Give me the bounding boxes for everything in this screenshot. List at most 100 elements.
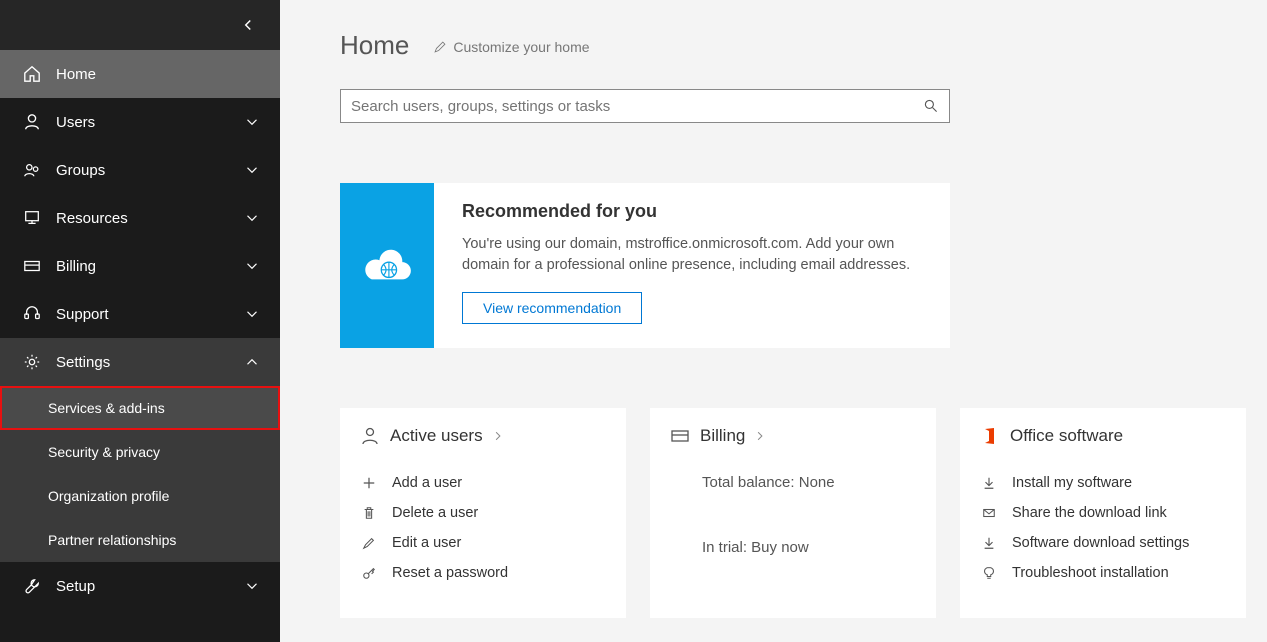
- card-header-office-software[interactable]: Office software: [980, 426, 1226, 446]
- page-header: Home Customize your home: [340, 30, 1267, 61]
- sidebar-item-support[interactable]: Support: [0, 290, 280, 338]
- sidebar: Home Users Groups Resources Billing Supp…: [0, 0, 280, 642]
- chevron-down-icon: [246, 580, 258, 592]
- card-item-label: Edit a user: [392, 535, 461, 551]
- card-item-label: Software download settings: [1012, 535, 1189, 551]
- customize-home-label: Customize your home: [453, 39, 589, 55]
- card-item-label: Install my software: [1012, 475, 1132, 491]
- home-icon: [22, 64, 42, 84]
- edit-user-link[interactable]: Edit a user: [360, 528, 606, 558]
- cloud-globe-icon: [358, 245, 416, 287]
- sidebar-item-label: Settings: [56, 354, 110, 371]
- troubleshoot-install-link[interactable]: Troubleshoot installation: [980, 558, 1226, 588]
- sidebar-item-resources[interactable]: Resources: [0, 194, 280, 242]
- settings-subnav: Services & add-ins Security & privacy Or…: [0, 386, 280, 562]
- sidebar-subitem-security-privacy[interactable]: Security & privacy: [0, 430, 280, 474]
- view-recommendation-button[interactable]: View recommendation: [462, 292, 642, 324]
- download-icon: [980, 474, 998, 492]
- sidebar-item-label: Billing: [56, 258, 96, 275]
- recommendation-text: You're using our domain, mstroffice.onmi…: [462, 234, 922, 276]
- card-item-label: Troubleshoot installation: [1012, 565, 1169, 581]
- support-icon: [22, 304, 42, 324]
- recommendation-card: Recommended for you You're using our dom…: [340, 183, 950, 348]
- key-icon: [360, 564, 378, 582]
- chevron-down-icon: [246, 164, 258, 176]
- gear-icon: [22, 352, 42, 372]
- sidebar-item-setup[interactable]: Setup: [0, 562, 280, 610]
- search-icon: [923, 98, 939, 114]
- software-download-settings-link[interactable]: Software download settings: [980, 528, 1226, 558]
- page-title: Home: [340, 30, 409, 61]
- sidebar-item-label: Groups: [56, 162, 105, 179]
- sidebar-item-billing[interactable]: Billing: [0, 242, 280, 290]
- recommendation-body: Recommended for you You're using our dom…: [434, 183, 950, 348]
- card-office-software: Office software Install my software Shar…: [960, 408, 1246, 618]
- card-item-label: Add a user: [392, 475, 462, 491]
- chevron-down-icon: [246, 212, 258, 224]
- sidebar-subitem-partner-relationships[interactable]: Partner relationships: [0, 518, 280, 562]
- billing-icon: [22, 256, 42, 276]
- sidebar-item-label: Setup: [56, 578, 95, 595]
- download-icon: [980, 534, 998, 552]
- chevron-right-icon: [493, 431, 503, 441]
- card-item-label: Reset a password: [392, 565, 508, 581]
- card-active-users: Active users Add a user Delete a user Ed…: [340, 408, 626, 618]
- sidebar-item-label: Users: [56, 114, 95, 131]
- install-software-link[interactable]: Install my software: [980, 468, 1226, 498]
- sidebar-subitem-organization-profile[interactable]: Organization profile: [0, 474, 280, 518]
- groups-icon: [22, 160, 42, 180]
- total-balance-text: Total balance: None: [670, 468, 916, 497]
- collapse-nav-button[interactable]: [0, 0, 280, 50]
- card-title: Billing: [700, 426, 745, 446]
- sidebar-subitem-label: Partner relationships: [48, 532, 176, 548]
- sidebar-item-groups[interactable]: Groups: [0, 146, 280, 194]
- main-content: Home Customize your home Recommended for…: [280, 0, 1267, 642]
- lightbulb-icon: [980, 564, 998, 582]
- user-icon: [360, 426, 380, 446]
- card-billing: Billing Total balance: None In trial: Bu…: [650, 408, 936, 618]
- trash-icon: [360, 504, 378, 522]
- sidebar-item-label: Resources: [56, 210, 128, 227]
- search-input[interactable]: [351, 98, 923, 115]
- resources-icon: [22, 208, 42, 228]
- sidebar-item-label: Support: [56, 306, 109, 323]
- card-header-active-users[interactable]: Active users: [360, 426, 606, 446]
- card-item-label: Delete a user: [392, 505, 478, 521]
- customize-home-link[interactable]: Customize your home: [433, 39, 589, 55]
- user-icon: [22, 112, 42, 132]
- search-box[interactable]: [340, 89, 950, 123]
- card-title: Active users: [390, 426, 483, 446]
- sidebar-item-home[interactable]: Home: [0, 50, 280, 98]
- mail-icon: [980, 504, 998, 522]
- chevron-right-icon: [755, 431, 765, 441]
- sidebar-subitem-services-addins[interactable]: Services & add-ins: [0, 386, 280, 430]
- card-title: Office software: [1010, 426, 1123, 446]
- sidebar-item-settings[interactable]: Settings: [0, 338, 280, 386]
- recommendation-icon-panel: [340, 183, 434, 348]
- sidebar-subitem-label: Services & add-ins: [48, 400, 165, 416]
- chevron-left-icon: [242, 19, 254, 31]
- sidebar-item-label: Home: [56, 66, 96, 83]
- office-icon: [980, 426, 1000, 446]
- chevron-down-icon: [246, 116, 258, 128]
- chevron-down-icon: [246, 260, 258, 272]
- sidebar-item-users[interactable]: Users: [0, 98, 280, 146]
- pencil-icon: [433, 40, 447, 54]
- sidebar-subitem-label: Security & privacy: [48, 444, 160, 460]
- chevron-down-icon: [246, 308, 258, 320]
- reset-password-link[interactable]: Reset a password: [360, 558, 606, 588]
- wrench-icon: [22, 576, 42, 596]
- delete-user-link[interactable]: Delete a user: [360, 498, 606, 528]
- add-user-link[interactable]: Add a user: [360, 468, 606, 498]
- card-header-billing[interactable]: Billing: [670, 426, 916, 446]
- share-download-link[interactable]: Share the download link: [980, 498, 1226, 528]
- card-icon: [670, 426, 690, 446]
- chevron-up-icon: [246, 356, 258, 368]
- trial-buy-now-link[interactable]: In trial: Buy now: [670, 533, 916, 562]
- pencil-icon: [360, 534, 378, 552]
- card-item-label: Share the download link: [1012, 505, 1167, 521]
- dashboard-cards: Active users Add a user Delete a user Ed…: [340, 408, 1267, 618]
- recommendation-heading: Recommended for you: [462, 201, 922, 222]
- sidebar-subitem-label: Organization profile: [48, 488, 169, 504]
- plus-icon: [360, 474, 378, 492]
